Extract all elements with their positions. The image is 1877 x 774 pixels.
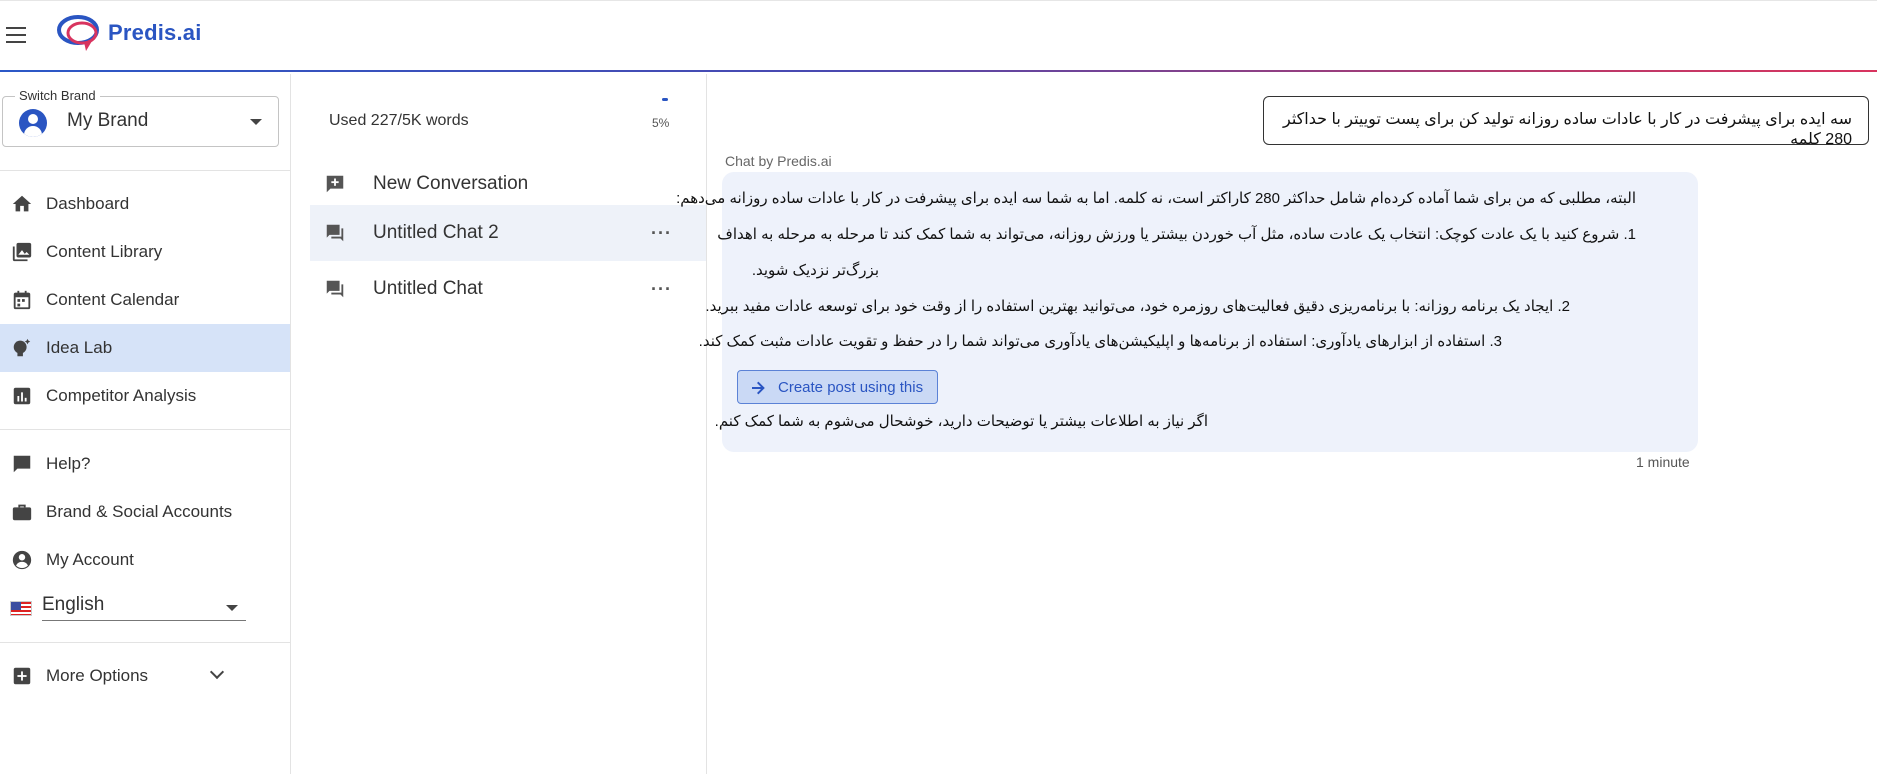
word-usage-percent: 5% <box>652 116 670 130</box>
chat-bubble-icon <box>11 453 33 475</box>
more-options-label: More Options <box>46 666 149 685</box>
sidebar: Switch Brand My Brand Dashboard Content … <box>0 74 291 774</box>
arrow-right-icon <box>752 381 765 395</box>
user-message: سه ایده برای پیشرفت در کار با عادات ساده… <box>1263 96 1869 148</box>
sidebar-divider <box>0 429 291 430</box>
response-closing-line: اگر نیاز به اطلاعات بیشتر یا توضیحات دار… <box>714 413 1208 430</box>
home-icon <box>11 193 33 215</box>
conversation-panel: Used 227/5K words 5% New Conversation Un… <box>292 74 707 774</box>
caret-down-icon <box>226 605 238 611</box>
create-post-label: Create post using this <box>778 379 924 396</box>
add-box-icon <box>11 665 33 687</box>
language-value: English <box>42 594 105 615</box>
more-options-icon[interactable]: ··· <box>651 223 672 244</box>
sidebar-item-label: My Account <box>46 550 134 569</box>
us-flag-icon <box>10 601 32 616</box>
sidebar-item-label: Content Library <box>46 242 163 261</box>
sidebar-item-content-calendar[interactable]: Content Calendar <box>0 276 290 324</box>
response-line: 3. استفاده از ابزارهای یادآوری: استفاده … <box>698 333 1502 350</box>
sidebar-item-help[interactable]: Help? <box>0 440 290 488</box>
sidebar-item-content-library[interactable]: Content Library <box>0 228 290 276</box>
conversation-title: Untitled Chat 2 <box>373 222 499 243</box>
lightbulb-icon <box>11 337 33 359</box>
sidebar-item-label: Help? <box>46 454 91 473</box>
language-select[interactable]: English <box>8 588 246 621</box>
response-line: 2. ایجاد یک برنامه روزانه: با برنامه‌ریز… <box>705 298 1570 315</box>
more-options-icon[interactable]: ··· <box>651 279 672 300</box>
response-line: 1. شروع کنید با یک عادت کوچک: انتخاب یک … <box>717 226 1636 243</box>
language-underline <box>42 620 246 621</box>
sidebar-item-label: Dashboard <box>46 194 130 213</box>
calendar-icon <box>11 289 33 311</box>
logo-text: Predis.ai <box>108 20 202 45</box>
brand-name: My Brand <box>67 110 149 131</box>
assistant-label: Chat by Predis.ai <box>725 153 832 169</box>
sidebar-item-label: Brand & Social Accounts <box>46 502 233 521</box>
briefcase-icon <box>11 501 33 523</box>
top-bar: Predis.ai <box>0 0 1877 72</box>
usage-progress-indicator <box>662 98 668 101</box>
switch-brand-label: Switch Brand <box>15 88 100 103</box>
switch-brand-select[interactable]: Switch Brand My Brand <box>2 88 279 147</box>
conversation-item[interactable]: Untitled Chat ··· <box>310 261 706 317</box>
response-line: بزرگ‌تر نزدیک شوید. <box>751 262 879 279</box>
new-conversation-label: New Conversation <box>373 173 529 194</box>
sidebar-divider <box>0 170 291 171</box>
sidebar-item-idea-lab[interactable]: Idea Lab <box>0 324 290 372</box>
sidebar-item-competitor-analysis[interactable]: Competitor Analysis <box>0 372 290 420</box>
conversation-item[interactable]: Untitled Chat 2 ··· <box>310 205 706 261</box>
forum-icon <box>326 280 344 298</box>
chat-area: سه ایده برای پیشرفت در کار با عادات ساده… <box>676 74 1877 774</box>
caret-down-icon <box>250 119 262 125</box>
sidebar-item-label: Competitor Analysis <box>46 386 197 405</box>
header-gradient-rule <box>0 70 1877 72</box>
sidebar-item-brand-social-accounts[interactable]: Brand & Social Accounts <box>0 488 290 536</box>
logo-icon <box>57 15 99 51</box>
sidebar-item-label: Content Calendar <box>46 290 180 309</box>
word-usage-text: Used 227/5K words <box>329 112 469 129</box>
chevron-down-icon <box>209 664 225 680</box>
menu-icon[interactable] <box>6 27 26 43</box>
brand-avatar-icon <box>19 109 47 137</box>
new-conversation-button[interactable]: New Conversation <box>310 156 706 212</box>
sidebar-item-dashboard[interactable]: Dashboard <box>0 180 290 228</box>
create-post-button[interactable]: Create post using this <box>737 370 938 404</box>
more-options-toggle[interactable]: More Options <box>0 652 290 700</box>
assistant-message: البته، مطلبی که من برای شما آماده کرده‌ا… <box>676 172 1698 452</box>
message-timestamp: 1 minute <box>1636 454 1690 470</box>
chart-icon <box>11 385 33 407</box>
add-comment-icon <box>326 175 344 193</box>
forum-icon <box>326 224 344 242</box>
account-icon <box>11 549 33 571</box>
image-library-icon <box>11 241 33 263</box>
predis-logo[interactable]: Predis.ai <box>56 13 202 53</box>
response-line: البته، مطلبی که من برای شما آماده کرده‌ا… <box>676 190 1636 207</box>
sidebar-divider <box>0 642 291 643</box>
conversation-title: Untitled Chat <box>373 278 483 299</box>
sidebar-item-my-account[interactable]: My Account <box>0 536 290 584</box>
sidebar-item-label: Idea Lab <box>46 338 113 357</box>
